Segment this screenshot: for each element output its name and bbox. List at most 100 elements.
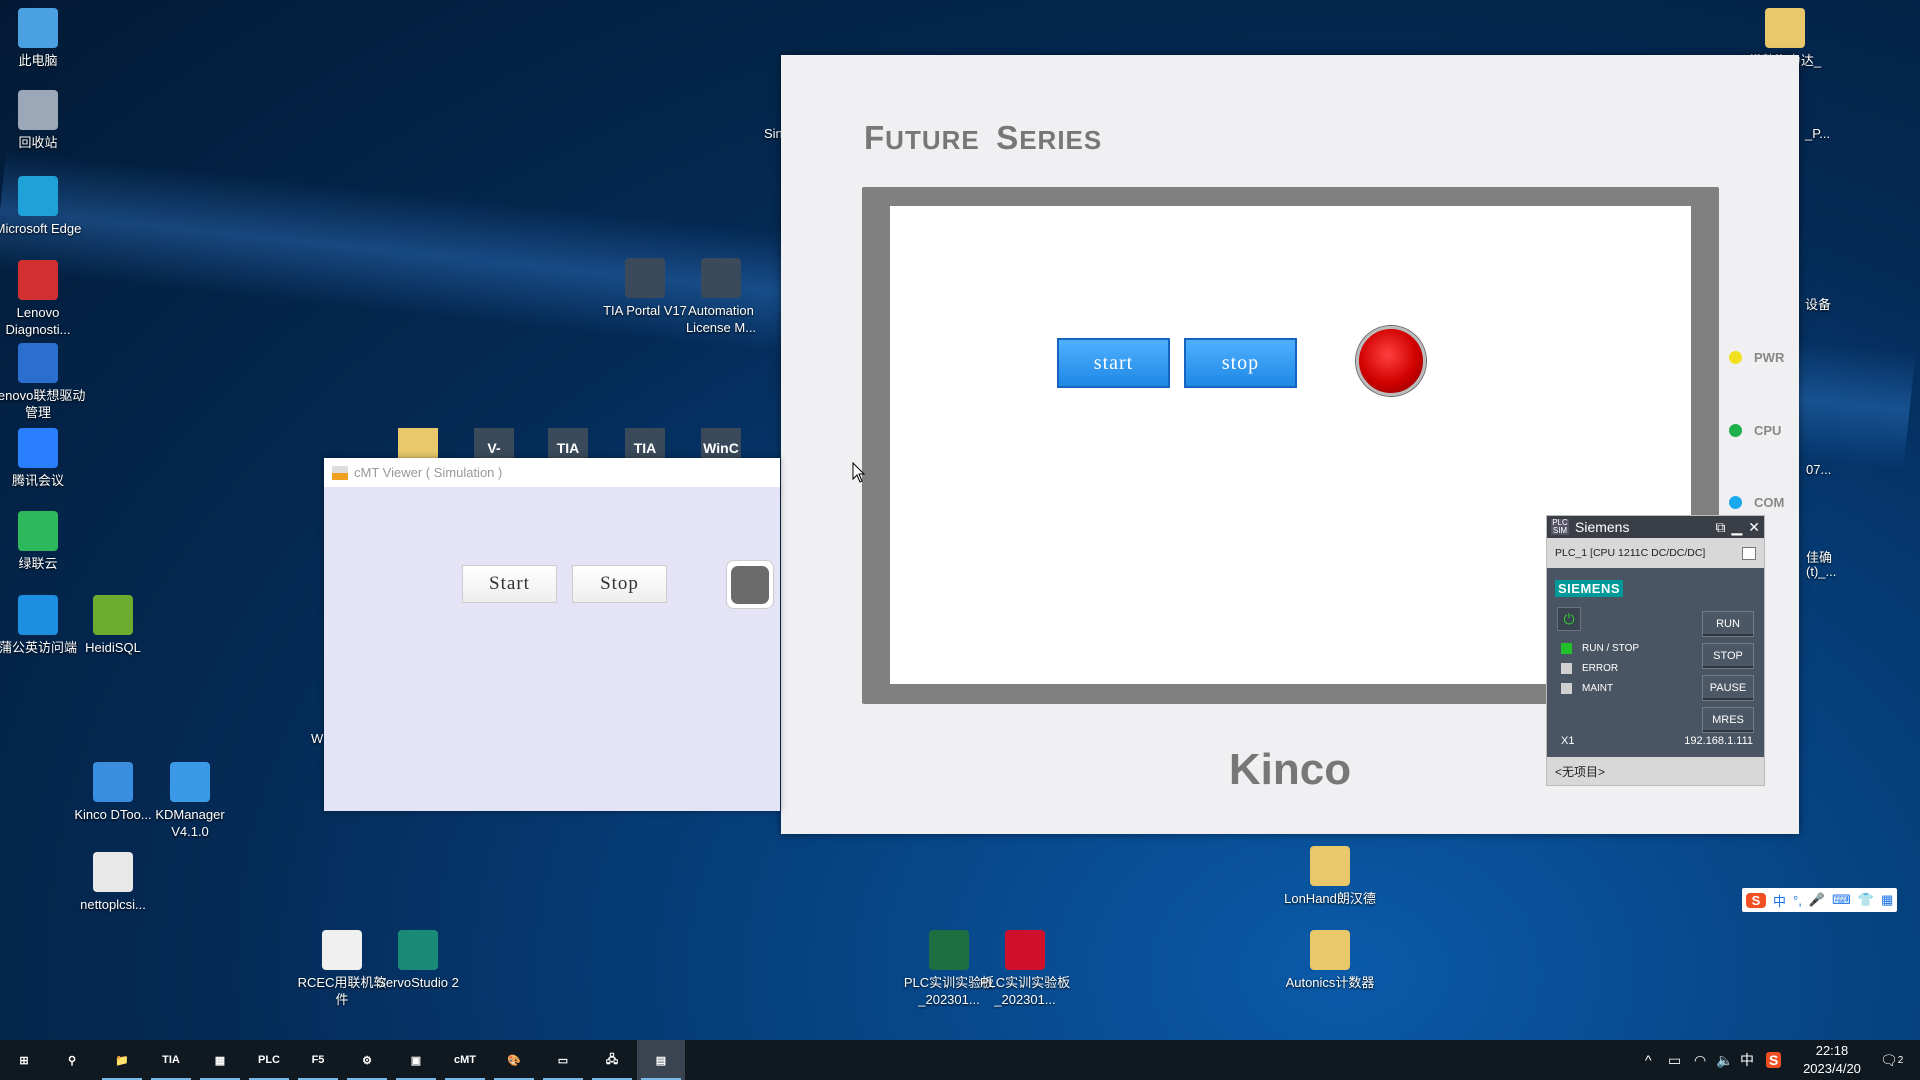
desktop-icon-label: KDManager V4.1.0 — [155, 807, 225, 839]
run-button[interactable]: RUN — [1702, 611, 1754, 637]
ime-toolbar[interactable]: S 中 °, 🎤 ⌨ 👕 ▦ — [1742, 888, 1898, 912]
wifi-icon[interactable]: ◠ — [1694, 1040, 1706, 1080]
desktop-icon[interactable]: LonHand朗汉德 — [1282, 846, 1378, 907]
cmt-viewer-window[interactable]: cMT Viewer ( Simulation ) Start Stop — [324, 458, 780, 811]
desktop-icon[interactable]: 此电脑 — [0, 8, 86, 69]
sogou-tray-icon[interactable]: S — [1766, 1040, 1782, 1080]
plcsim-window[interactable]: PLC SIM Siemens ⧉ ▁ ✕ PLC_1 [CPU 1211C DC/… — [1546, 515, 1765, 786]
taskbar-simulator-icon[interactable]: ▤ — [637, 1040, 685, 1080]
mres-button[interactable]: MRES — [1702, 707, 1754, 733]
ime-indicator[interactable]: 中 — [1740, 1040, 1754, 1080]
ime-lang[interactable]: 中 — [1773, 891, 1786, 910]
notification-center-icon[interactable]: 🗨 2 — [1880, 1040, 1903, 1080]
sogou-icon[interactable]: S — [1746, 892, 1766, 908]
pgy-icon — [18, 595, 58, 635]
keyboard-icon[interactable]: ⌨ — [1832, 892, 1851, 908]
punctuation-icon[interactable]: °, — [1793, 893, 1802, 908]
edge-icon — [18, 176, 58, 216]
kinco-icon: ⚙ — [362, 1054, 372, 1067]
folder-icon — [1310, 846, 1350, 886]
start-button[interactable]: start — [1057, 338, 1170, 388]
taskbar-plcsim-icon[interactable]: PLC — [245, 1040, 293, 1080]
search-icon: ⚲ — [67, 1054, 77, 1067]
partial-icon-label: 07... — [1806, 462, 1832, 477]
volume-icon[interactable]: 🔈 — [1716, 1040, 1733, 1080]
start-button[interactable]: Start — [462, 565, 557, 603]
window-title: cMT Viewer ( Simulation ) — [354, 465, 503, 480]
stop-button[interactable]: stop — [1184, 338, 1297, 388]
project-view-icon[interactable] — [1742, 546, 1756, 560]
tia-portal-icon — [625, 258, 665, 298]
folder-icon — [1310, 930, 1350, 970]
led-error: ERROR — [1561, 663, 1618, 674]
com-led-icon — [1729, 496, 1742, 509]
microphone-icon[interactable]: 🎤 — [1809, 892, 1825, 908]
pause-button[interactable]: PAUSE — [1702, 675, 1754, 701]
desktop-icon[interactable]: Autonics计数器 — [1282, 930, 1378, 991]
taskbar-file-explorer-icon[interactable]: 📁 — [98, 1040, 146, 1080]
desktop-icon-label: ServoStudio 2 — [377, 975, 459, 990]
mouse-cursor-icon — [852, 462, 866, 483]
desktop-icon-label: Lenovo Diagnosti... — [5, 305, 71, 337]
title-bar[interactable]: cMT Viewer ( Simulation ) — [324, 458, 780, 487]
hmi-icon: ▣ — [410, 1054, 422, 1067]
indicator-lamp-off — [726, 560, 774, 609]
partial-icon-label: (t)_... — [1806, 564, 1837, 579]
desktop-icon[interactable]: PLC实训实验板_202301... — [977, 930, 1073, 1008]
recycle-bin-icon — [18, 90, 58, 130]
plcsim-icon: PLC SIM — [1551, 518, 1569, 535]
desktop-icon-label: Lenovo联想驱动管理 — [0, 388, 86, 420]
taskbar-tia-v17-icon[interactable]: TIA — [147, 1040, 195, 1080]
desktop-icon-label: 腾讯会议 — [11, 473, 64, 488]
battery-icon[interactable]: ▭ — [1668, 1040, 1681, 1080]
desktop-icon[interactable]: nettoplcsi... — [65, 852, 161, 913]
power-icon[interactable]: ⏻ — [1557, 607, 1581, 631]
taskbar-camera-icon[interactable]: ▭ — [539, 1040, 587, 1080]
taskbar-network-tool-icon[interactable]: ▦ — [196, 1040, 244, 1080]
desktop-icon-label: LonHand朗汉德 — [1284, 891, 1376, 906]
desktop-icon[interactable]: KDManager V4.1.0 — [142, 762, 238, 840]
clock[interactable]: 22:18 2023/4/20 — [1800, 1040, 1864, 1080]
desktop-icon-label: Microsoft Edge — [0, 221, 82, 236]
start-windows-icon: ⊞ — [19, 1054, 29, 1067]
network-address: X1 192.168.1.111 — [1561, 735, 1753, 747]
taskbar-paint-icon[interactable]: 🎨 — [490, 1040, 538, 1080]
desktop-icon[interactable]: HeidiSQL — [65, 595, 161, 656]
desktop-icon[interactable]: 回收站 — [0, 90, 86, 151]
restore-icon[interactable]: ⧉ — [1715, 519, 1725, 536]
skin-icon[interactable]: 👕 — [1858, 892, 1874, 908]
taskbar-cmt-viewer-icon[interactable]: cMT — [441, 1040, 489, 1080]
file-icon — [93, 852, 133, 892]
taskbar-hmi-icon[interactable]: ▣ — [392, 1040, 440, 1080]
minimize-icon[interactable]: ▁ — [1731, 519, 1742, 536]
plc-selector[interactable]: PLC_1 [CPU 1211C DC/DC/DC] — [1547, 538, 1764, 568]
desktop-icon[interactable]: 绿联云 — [0, 511, 86, 572]
desktop-icon-label: Automation License M... — [685, 303, 757, 335]
camera-icon: ▭ — [557, 1054, 569, 1067]
project-status: <无项目> — [1547, 757, 1764, 785]
desktop-icon[interactable]: Automation License M... — [673, 258, 769, 336]
taskbar-start-windows-icon[interactable]: ⊞ — [0, 1040, 48, 1080]
taskbar-network-config-icon[interactable]: 🖧 — [588, 1040, 636, 1080]
desktop-icon[interactable]: 腾讯会议 — [0, 428, 86, 489]
close-icon[interactable]: ✕ — [1748, 519, 1760, 536]
desktop-icon-label: 此电脑 — [18, 53, 58, 68]
desktop-icon[interactable]: Microsoft Edge — [0, 176, 86, 237]
taskbar-search-icon[interactable]: ⚲ — [48, 1040, 96, 1080]
title-bar[interactable]: PLC SIM Siemens ⧉ ▁ ✕ — [1547, 516, 1764, 538]
taskbar-f5-icon[interactable]: F5 — [294, 1040, 342, 1080]
desktop-icon[interactable]: Lenovo联想驱动管理 — [0, 343, 86, 421]
desktop-icon[interactable]: ServoStudio 2 — [370, 930, 466, 991]
cmt-app-icon — [332, 465, 348, 480]
pdf-icon — [1005, 930, 1045, 970]
pwr-led-icon — [1729, 351, 1742, 364]
taskbar-kinco-icon[interactable]: ⚙ — [343, 1040, 391, 1080]
series-title: FUTURE SERIES — [864, 119, 1103, 156]
desktop-icon-label: 绿联云 — [18, 556, 58, 571]
window-title: Siemens — [1575, 519, 1630, 535]
stop-button[interactable]: STOP — [1702, 643, 1754, 669]
toolbox-icon[interactable]: ▦ — [1881, 892, 1893, 908]
show-hidden-icons[interactable]: ^ — [1645, 1040, 1652, 1080]
stop-button[interactable]: Stop — [572, 565, 667, 603]
desktop-icon[interactable]: Lenovo Diagnosti... — [0, 260, 86, 338]
